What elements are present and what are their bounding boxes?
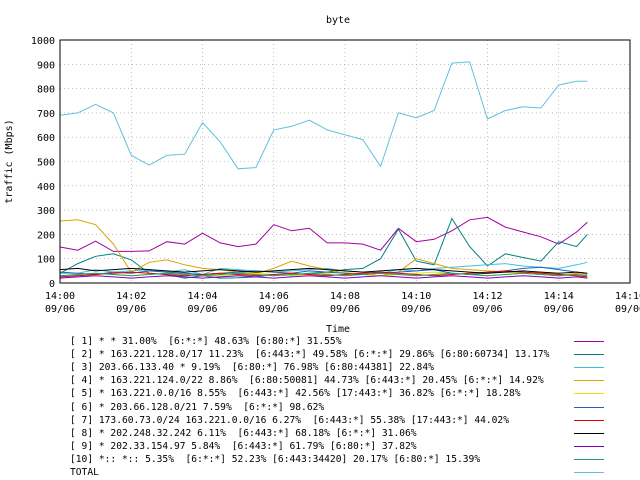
x-tick-date-label: 09/06 [330, 304, 360, 315]
legend-swatch [574, 419, 604, 421]
legend-entry: [ 1] * * 31.00% [6:*:*] 48.63% [6:80:*] … [70, 335, 630, 349]
legend-entry: TOTAL [70, 466, 630, 480]
x-tick-label: 14:06 [259, 291, 289, 302]
legend-label: [10] *:: *:: 5.35% [6:*:*] 52.23% [6:443… [70, 453, 481, 465]
y-tick-label: 1000 [31, 36, 55, 47]
legend-label: TOTAL [70, 467, 99, 478]
x-tick-date-label: 09/06 [615, 304, 640, 315]
x-tick-date-label: 09/06 [472, 304, 502, 315]
legend-swatch [574, 367, 604, 369]
series-lines [59, 61, 588, 279]
x-tick-label: 14:16 [615, 291, 640, 302]
legend-entry: [ 8] * 202.248.32.242 6.11% [6:443:*] 68… [70, 427, 630, 441]
y-tick-label: 600 [37, 133, 55, 144]
legend-label: [ 1] * * 31.00% [6:*:*] 48.63% [6:80:*] … [70, 336, 342, 347]
x-axis-label: Time [326, 324, 350, 335]
legend-swatch [574, 380, 604, 382]
y-tick-label: 0 [49, 279, 55, 290]
x-tick-date-label: 09/06 [401, 304, 431, 315]
y-tick-label: 200 [37, 230, 55, 241]
x-tick-date-label: 09/06 [544, 304, 574, 315]
legend-label: [ 9] * 202.33.154.97 5.84% [6:443:*] 61.… [70, 440, 417, 452]
legend-label: [ 4] * 163.221.124.0/22 8.86% [6:80:5008… [70, 375, 544, 387]
x-tick-label: 14:14 [544, 291, 574, 302]
x-tick-date-label: 09/06 [187, 304, 217, 315]
series-line-11 [59, 61, 588, 170]
legend-entry: [ 6] * 203.66.128.0/21 7.59% [6:*:*] 98.… [70, 401, 630, 415]
y-tick-label: 500 [37, 158, 55, 169]
x-tick-date-label: 09/06 [116, 304, 146, 315]
legend-entry: [ 5] * 163.221.0.0/16 8.55% [6:443:*] 42… [70, 387, 630, 401]
legend-entry: [10] *:: *:: 5.35% [6:*:*] 52.23% [6:443… [70, 453, 630, 467]
legend-swatch [574, 406, 604, 408]
legend-swatch [574, 393, 604, 395]
x-tick-label: 14:04 [187, 291, 217, 302]
y-tick-label: 900 [37, 60, 55, 71]
legend-label: [ 5] * 163.221.0.0/16 8.55% [6:443:*] 42… [70, 388, 521, 400]
legend-label: [ 3] 203.66.133.40 * 9.19% [6:80:*] 76.9… [70, 362, 434, 374]
legend-label: [ 2] * 163.221.128.0/17 11.23% [6:443:*]… [70, 349, 550, 361]
legend-swatch [574, 432, 604, 434]
y-tick-label: 700 [37, 109, 55, 120]
x-tick-date-label: 09/06 [259, 304, 289, 315]
x-tick-date-label: 09/06 [45, 304, 75, 315]
x-tick-label: 14:02 [116, 291, 146, 302]
legend-swatch [574, 472, 604, 473]
x-tick-label: 14:08 [330, 291, 360, 302]
y-tick-label: 300 [37, 206, 55, 217]
legend-swatch [574, 341, 604, 342]
y-tick-label: 100 [37, 255, 55, 266]
chart-title: byte [326, 15, 350, 26]
x-tick-label: 14:00 [45, 291, 75, 302]
x-tick-label: 14:10 [401, 291, 431, 302]
legend-entry: [ 4] * 163.221.124.0/22 8.86% [6:80:5008… [70, 374, 630, 388]
legend-entry: [ 2] * 163.221.128.0/17 11.23% [6:443:*]… [70, 348, 630, 362]
legend-label: [ 8] * 202.248.32.242 6.11% [6:443:*] 68… [70, 427, 417, 439]
legend-entry: [ 7] 173.60.73.0/24 163.221.0.0/16 6.27%… [70, 414, 630, 428]
legend-entry: [ 3] 203.66.133.40 * 9.19% [6:80:*] 76.9… [70, 361, 630, 375]
legend-swatch [574, 458, 604, 460]
legend-label: [ 6] * 203.66.128.0/21 7.59% [6:*:*] 98.… [70, 401, 325, 413]
y-tick-label: 400 [37, 182, 55, 193]
grid-lines [60, 40, 630, 283]
x-tick-label: 14:12 [472, 291, 502, 302]
legend-entry: [ 9] * 202.33.154.97 5.84% [6:443:*] 61.… [70, 440, 630, 454]
y-axis-label: traffic (Mbps) [4, 119, 15, 203]
y-tick-label: 800 [37, 85, 55, 96]
legend-swatch [574, 354, 604, 356]
legend-swatch [574, 445, 604, 447]
legend-label: [ 7] 173.60.73.0/24 163.221.0.0/16 6.27%… [70, 414, 509, 426]
series-line-9 [59, 275, 588, 279]
